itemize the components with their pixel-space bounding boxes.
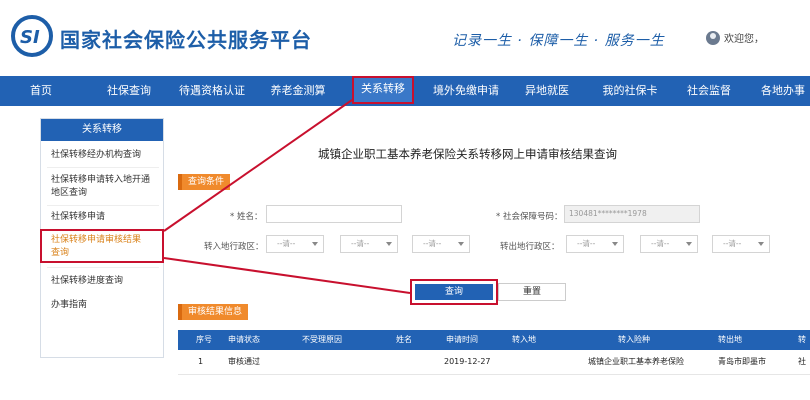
divider <box>47 167 159 168</box>
nav-home[interactable]: 首页 <box>18 76 64 106</box>
sidebar-item-region-query[interactable]: 社保转移申请转入地开通地区查询 <box>51 174 151 200</box>
nav-eligibility-auth[interactable]: 待遇资格认证 <box>172 76 252 106</box>
main-nav: 首页 社保查询 待遇资格认证 养老金测算 关系转移 境外免缴申请 异地就医 我的… <box>0 76 810 106</box>
select-value: --请-- <box>651 239 670 248</box>
out-region-province-select[interactable]: --请-- <box>566 235 624 253</box>
chevron-down-icon <box>312 242 318 246</box>
page-title: 城镇企业职工基本养老保险关系转移网上申请审核结果查询 <box>318 147 617 161</box>
select-value: --请-- <box>577 239 596 248</box>
th-more: 转 <box>798 335 806 344</box>
svg-text:SI: SI <box>20 27 40 48</box>
select-value: --请-- <box>277 239 296 248</box>
chevron-down-icon <box>686 242 692 246</box>
sidebar-item-agency-query[interactable]: 社保转移经办机构查询 <box>51 149 161 162</box>
th-in-region: 转入地 <box>512 335 536 344</box>
sidebar-item-progress-query[interactable]: 社保转移进度查询 <box>51 275 161 288</box>
select-value: --请-- <box>423 239 442 248</box>
table-cell: 2019-12-27 <box>444 357 491 366</box>
name-input[interactable] <box>266 205 402 223</box>
table-cell: 城镇企业职工基本养老保险 <box>588 357 684 366</box>
th-reject-reason: 不受理原因 <box>302 335 342 344</box>
nav-remote-medical[interactable]: 异地就医 <box>516 76 578 106</box>
reset-button[interactable]: 重置 <box>498 283 566 301</box>
select-value: --请-- <box>723 239 742 248</box>
select-value: --请-- <box>351 239 370 248</box>
table-cell: 1 <box>198 357 204 366</box>
site-header: SI 国家社会保险公共服务平台 记录一生 · 保障一生 · 服务一生 欢迎您， <box>0 0 810 74</box>
th-out-region: 转出地 <box>718 335 742 344</box>
in-region-label: 转入地行政区： <box>204 242 264 252</box>
chevron-down-icon <box>758 242 764 246</box>
sidebar-title: 关系转移 <box>41 119 163 141</box>
in-region-city-select[interactable]: --请-- <box>340 235 398 253</box>
site-title[interactable]: 国家社会保险公共服务平台 <box>60 24 312 53</box>
ssn-label: * 社会保障号码： <box>496 212 563 222</box>
welcome-text: 欢迎您， <box>724 34 764 45</box>
divider <box>178 374 810 375</box>
result-section-tag: 审核结果信息 <box>178 304 249 320</box>
sidebar-item-guide[interactable]: 办事指南 <box>51 299 161 312</box>
table-cell: 青岛市即墨市 <box>718 357 766 366</box>
th-index: 序号 <box>196 335 212 344</box>
sidebar-item-transfer-apply[interactable]: 社保转移申请 <box>51 211 161 224</box>
page: SI 国家社会保险公共服务平台 记录一生 · 保障一生 · 服务一生 欢迎您， … <box>0 0 810 400</box>
table-cell: 审核通过 <box>228 357 260 366</box>
nav-relation-transfer[interactable]: 关系转移 <box>352 76 414 104</box>
query-button[interactable]: 查询 <box>415 284 493 300</box>
nav-overseas-exemption[interactable]: 境外免缴申请 <box>424 76 508 106</box>
divider <box>47 267 159 268</box>
nav-my-card[interactable]: 我的社保卡 <box>594 76 666 106</box>
in-region-district-select[interactable]: --请-- <box>412 235 470 253</box>
th-status: 申请状态 <box>228 335 260 344</box>
in-region-province-select[interactable]: --请-- <box>266 235 324 253</box>
results-table-header: 序号 申请状态 不受理原因 姓名 申请时间 转入地 转入险种 转出地 转 <box>178 330 810 350</box>
nav-insurance-query[interactable]: 社保查询 <box>98 76 160 106</box>
si-logo-icon: SI <box>11 15 53 57</box>
out-region-district-select[interactable]: --请-- <box>712 235 770 253</box>
th-apply-time: 申请时间 <box>446 335 478 344</box>
query-section-tag: 查询条件 <box>178 174 231 190</box>
table-cell: 社 <box>798 357 806 366</box>
user-avatar-icon <box>706 30 720 45</box>
chevron-down-icon <box>612 242 618 246</box>
query-button-highlight: 查询 <box>410 279 498 305</box>
name-label: * 姓名： <box>230 212 263 222</box>
user-area[interactable]: 欢迎您， <box>706 30 764 45</box>
chevron-down-icon <box>386 242 392 246</box>
th-in-insurance: 转入险种 <box>618 335 650 344</box>
divider <box>47 205 159 206</box>
nav-local-services[interactable]: 各地办事 <box>752 76 810 106</box>
slogan: 记录一生 · 保障一生 · 服务一生 <box>452 33 665 49</box>
th-name: 姓名 <box>396 335 412 344</box>
ssn-input[interactable]: 130481********1978 <box>564 205 700 223</box>
out-region-label: 转出地行政区： <box>500 242 560 252</box>
nav-pension-calc[interactable]: 养老金测算 <box>262 76 334 106</box>
chevron-down-icon <box>458 242 464 246</box>
out-region-city-select[interactable]: --请-- <box>640 235 698 253</box>
annotation-highlight-box <box>40 229 164 263</box>
nav-supervision[interactable]: 社会监督 <box>680 76 738 106</box>
